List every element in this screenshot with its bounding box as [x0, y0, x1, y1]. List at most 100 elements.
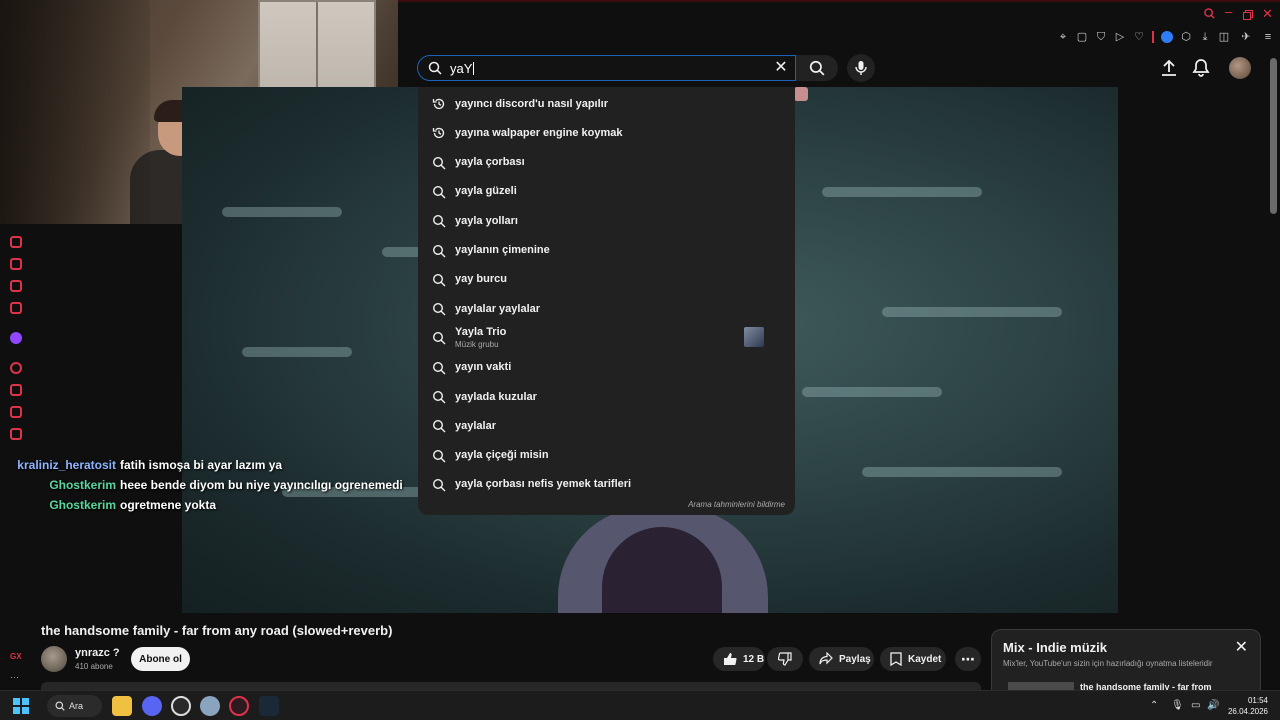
steam-icon[interactable] [259, 696, 279, 716]
thumbs-down-icon [778, 652, 792, 666]
channel-name[interactable]: ynrazc ? [75, 647, 120, 659]
browser-accent-line [398, 0, 1280, 2]
suggestion-item[interactable]: yaylalar yaylalar [418, 294, 795, 323]
pinboard-icon[interactable] [10, 406, 22, 418]
search-input[interactable]: yaY [450, 60, 475, 76]
close-mix-icon[interactable]: ✕ [1235, 640, 1248, 656]
search-icon [432, 390, 446, 404]
suggestion-item[interactable]: yayına walpaper engine koymak [418, 118, 795, 147]
suggestion-text: yayla çorbası [455, 156, 525, 169]
microphone-tray-icon[interactable]: 🎙 [1171, 700, 1184, 711]
suggestion-item[interactable]: yaylada kuzular [418, 382, 795, 411]
gx-control-icon[interactable] [10, 258, 22, 270]
suggestion-item[interactable]: yaylanın çimenine [418, 236, 795, 265]
search-box[interactable]: yaY ✕ [417, 55, 796, 81]
search-icon [432, 478, 446, 492]
video-wave [222, 207, 342, 217]
suggestion-item[interactable]: yayıncı discord'u nasıl yapılır [418, 89, 795, 118]
search-button[interactable] [796, 55, 838, 81]
suggestion-text: yay burcu [455, 273, 507, 286]
clear-search-icon[interactable]: ✕ [773, 60, 789, 76]
tray-chevron-icon[interactable]: ⌃ [1150, 700, 1158, 711]
settings-icon[interactable] [10, 428, 22, 440]
account-avatar[interactable] [1229, 57, 1251, 79]
voice-search-button[interactable] [847, 54, 875, 82]
suggestion-text: yayın vakti [455, 361, 512, 374]
like-button[interactable]: 12 B [713, 647, 765, 671]
suggestion-item[interactable]: yayla çorbası nefis yemek tarifleri [418, 470, 795, 499]
suggestion-item[interactable]: Yayla Trio Müzik grubu [418, 323, 795, 352]
clock[interactable]: 01:54 26.04.2026 [1228, 695, 1268, 717]
history-icon[interactable] [10, 384, 22, 396]
snapshot-icon[interactable]: ▢ [1076, 31, 1088, 43]
upload-icon[interactable] [1159, 58, 1179, 78]
suggestion-item[interactable]: yayla çorbası [418, 148, 795, 177]
dislike-button[interactable] [767, 647, 803, 671]
extension-badge-icon[interactable] [1161, 31, 1173, 43]
description-box[interactable] [41, 682, 981, 690]
clock-date: 26.04.2026 [1227, 707, 1268, 716]
speed-dial-icon[interactable] [10, 236, 22, 248]
suggestion-item[interactable]: yayla yolları [418, 206, 795, 235]
play-icon[interactable]: ▷ [1114, 31, 1126, 43]
suggestion-subtitle: Müzik grubu [455, 340, 499, 350]
player-icon[interactable] [10, 362, 22, 374]
search-icon [432, 156, 446, 170]
share-button[interactable]: Paylaş [809, 647, 874, 671]
video-wave [862, 467, 1062, 477]
puzzle-icon[interactable]: ⬡ [1180, 31, 1192, 43]
report-predictions-link[interactable]: Arama tahminlerini bildirme [688, 500, 785, 509]
shield-icon[interactable]: ⛉ [1095, 31, 1107, 43]
restore-icon[interactable] [1243, 8, 1253, 23]
heart-icon[interactable]: ♡ [1133, 31, 1145, 43]
flow-icon[interactable]: ◫ [1218, 31, 1230, 43]
network-icon[interactable]: ▭ [1191, 700, 1200, 711]
thumbs-up-icon [724, 653, 737, 666]
search-icon [428, 61, 442, 75]
gx-corner-icon[interactable] [10, 280, 22, 292]
subscribe-button[interactable]: Abone ol [131, 647, 190, 671]
sidebar-more-icon[interactable]: ··· [10, 672, 19, 682]
suggestion-item[interactable]: yayla güzeli [418, 177, 795, 206]
messenger-icon[interactable] [10, 302, 22, 314]
settings-app-icon[interactable] [200, 696, 220, 716]
suggestion-item[interactable]: yay burcu [418, 265, 795, 294]
menu-icon[interactable]: ≡ [1262, 31, 1274, 43]
mix-subtitle: Mix'ler, YouTube'un sizin için hazırladı… [1003, 659, 1213, 668]
download-icon[interactable]: ⤓ [1199, 31, 1211, 43]
like-count: 12 B [743, 653, 765, 665]
mix-item-thumbnail[interactable] [1008, 682, 1074, 690]
chat-message: Ghostkerim ogretmene yokta [16, 495, 403, 515]
mix-item-title[interactable]: the handsome family - far from [1080, 682, 1212, 690]
save-button[interactable]: Kaydet [880, 647, 946, 671]
suggestion-item[interactable]: yaylalar [418, 411, 795, 440]
more-actions-button[interactable]: ⋯ [955, 647, 981, 671]
close-window-icon[interactable]: ✕ [1262, 6, 1273, 22]
obs-icon[interactable] [171, 696, 191, 716]
volume-icon[interactable]: 🔊 [1207, 700, 1219, 711]
share-icon [819, 652, 833, 665]
file-explorer-icon[interactable] [112, 696, 132, 716]
page-scrollbar[interactable] [1270, 58, 1277, 214]
pin-icon[interactable]: ⌖ [1057, 31, 1069, 43]
suggestion-text: yayıncı discord'u nasıl yapılır [455, 97, 609, 110]
windows-start-icon[interactable] [13, 698, 29, 714]
chat-text: heee bende diyom bu niye yayıncılıgı ogr… [120, 478, 403, 492]
discord-icon[interactable] [142, 696, 162, 716]
suggestion-item[interactable]: yayın vakti [418, 353, 795, 382]
search-icon [432, 449, 446, 463]
ai-icon[interactable]: ✈ [1237, 31, 1255, 43]
twitch-icon[interactable] [10, 332, 22, 344]
channel-avatar[interactable] [41, 646, 67, 672]
search-query-text: yaY [450, 60, 473, 76]
notifications-icon[interactable] [1191, 58, 1211, 78]
chat-overlay: kraliniz_heratosit fatih ismoşa bi ayar l… [16, 455, 403, 515]
search-icon[interactable] [1204, 7, 1215, 22]
suggestion-item[interactable]: yayla çiçeği misin [418, 441, 795, 470]
video-wave [822, 187, 982, 197]
suggestion-text: yayına walpaper engine koymak [455, 126, 623, 139]
minimize-icon[interactable]: – [1225, 4, 1232, 19]
mix-title[interactable]: Mix - Indie müzik [1003, 640, 1107, 655]
taskbar-search[interactable]: Ara [47, 695, 102, 717]
opera-gx-icon[interactable] [229, 696, 249, 716]
